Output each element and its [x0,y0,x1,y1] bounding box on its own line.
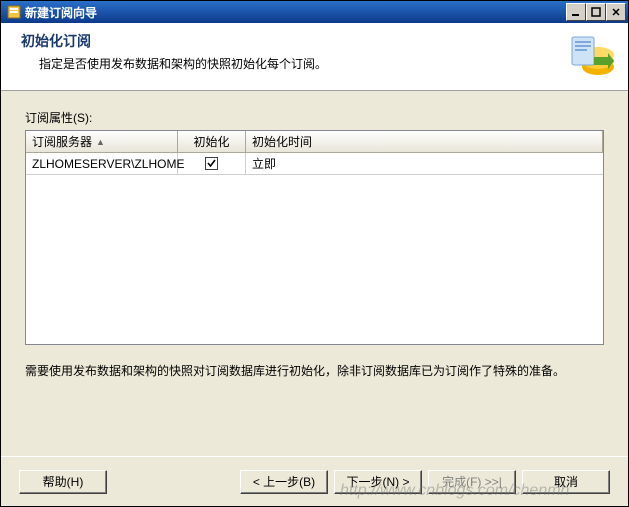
maximize-button[interactable] [586,3,606,21]
wizard-icon [568,31,616,79]
window-buttons [566,3,626,21]
table-row[interactable]: ZLHOMESERVER\ZLHOME 立即 [26,153,603,175]
wizard-footer: 帮助(H) < 上一步(B) 下一步(N) > 完成(F) >>| 取消 [1,456,628,506]
cell-when[interactable]: 立即 [246,153,603,175]
finish-button[interactable]: 完成(F) >>| [428,470,516,494]
close-button[interactable] [606,3,626,21]
wizard-content: 订阅属性(S): 订阅服务器 ▲ 初始化 初始化时间 ZLHOMESERVER\… [1,91,628,456]
cell-init [178,153,246,175]
page-title: 初始化订阅 [21,31,568,51]
minimize-button[interactable] [566,3,586,21]
column-header-init[interactable]: 初始化 [178,131,246,153]
page-subtitle: 指定是否使用发布数据和架构的快照初始化每个订阅。 [39,55,568,72]
info-note: 需要使用发布数据和架构的快照对订阅数据库进行初始化，除非订阅数据库已为订阅作了特… [25,363,604,380]
cell-server: ZLHOMESERVER\ZLHOME [26,153,178,175]
wizard-header: 初始化订阅 指定是否使用发布数据和架构的快照初始化每个订阅。 [1,23,628,91]
grid-label: 订阅属性(S): [25,109,604,126]
column-header-when[interactable]: 初始化时间 [246,131,603,153]
grid-body: ZLHOMESERVER\ZLHOME 立即 [26,153,603,344]
wizard-window: 新建订阅向导 初始化订阅 指定是否使用发布数据和架构的快照初始化每个订阅。 [0,0,629,507]
cancel-button[interactable]: 取消 [522,470,610,494]
back-button[interactable]: < 上一步(B) [240,470,328,494]
column-header-server[interactable]: 订阅服务器 ▲ [26,131,178,153]
window-title: 新建订阅向导 [25,4,566,21]
app-icon [7,5,21,19]
titlebar[interactable]: 新建订阅向导 [1,1,628,23]
sort-indicator-icon: ▲ [96,137,105,147]
init-checkbox[interactable] [205,157,218,170]
grid-header-row: 订阅服务器 ▲ 初始化 初始化时间 [26,131,603,153]
subscription-grid: 订阅服务器 ▲ 初始化 初始化时间 ZLHOMESERVER\ZLHOME [25,130,604,345]
help-button[interactable]: 帮助(H) [19,470,107,494]
next-button[interactable]: 下一步(N) > [334,470,422,494]
